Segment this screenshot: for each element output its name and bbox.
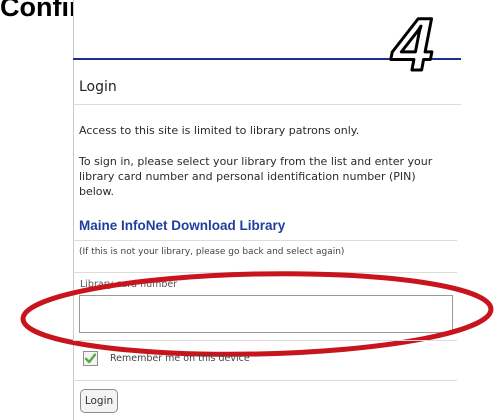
step-number: 4 <box>390 3 433 82</box>
remember-me-checkbox[interactable] <box>83 350 98 366</box>
sign-in-instructions: To sign in, please select your library f… <box>79 155 433 198</box>
library-name[interactable]: Maine InfoNet Download Library <box>79 218 285 233</box>
remember-me-row[interactable]: Remember me on this device <box>83 349 250 367</box>
remember-me-label: Remember me on this device <box>110 352 250 364</box>
card-number-label: Library card number <box>80 279 178 290</box>
divider <box>73 380 457 381</box>
divider <box>73 272 457 273</box>
card-number-input[interactable] <box>79 295 453 333</box>
access-notice: Access to this site is limited to librar… <box>79 124 360 137</box>
divider <box>73 104 461 105</box>
checkmark-icon <box>84 352 97 363</box>
divider <box>73 340 457 341</box>
login-button[interactable]: Login <box>80 389 118 413</box>
not-your-library-note: (If this is not your library, please go … <box>79 247 345 257</box>
divider <box>73 240 457 241</box>
screenshot: Confirm check out. 4 Login Access to thi… <box>0 0 497 420</box>
step-number-badge: 4 <box>389 2 435 82</box>
login-title: Login <box>79 79 117 95</box>
